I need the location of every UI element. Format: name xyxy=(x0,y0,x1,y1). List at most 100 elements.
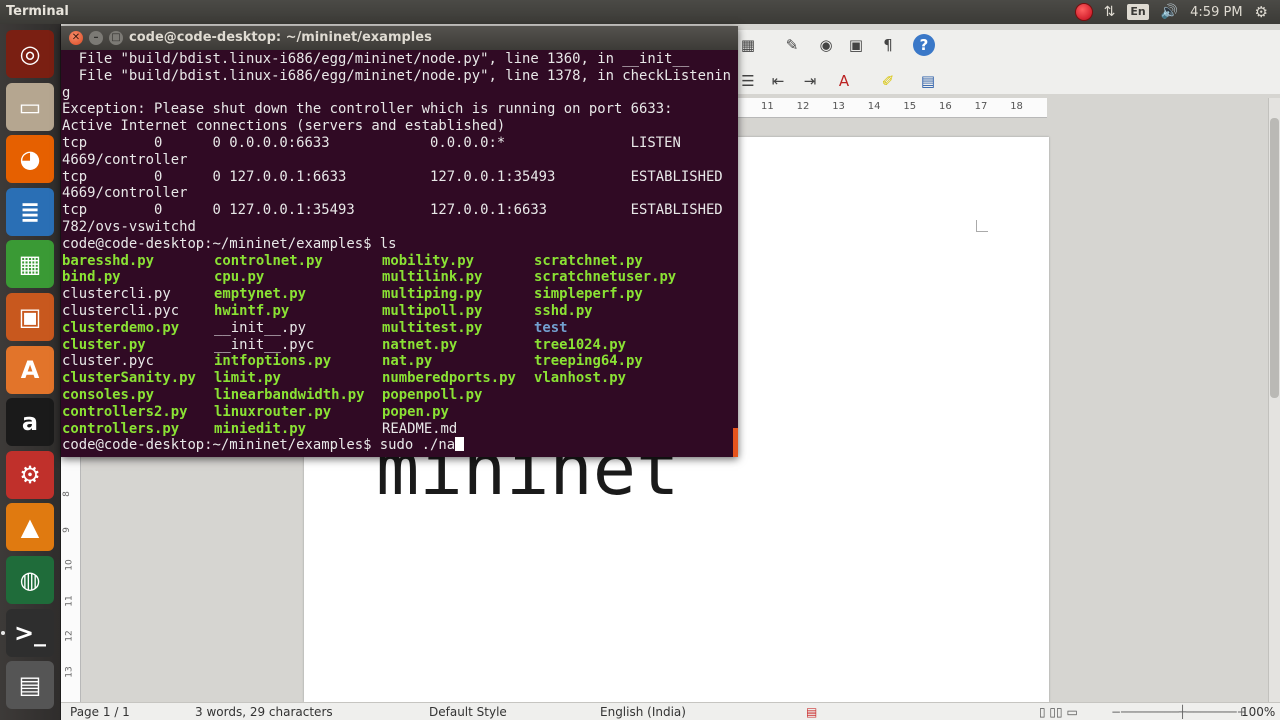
vertical-ruler: 8 9 10 11 12 13 xyxy=(61,454,81,704)
formatting-marks-icon[interactable]: ¶ xyxy=(877,34,899,56)
terminal-icon: >_ xyxy=(13,618,47,647)
launcher-firefox[interactable]: ◕ xyxy=(6,135,54,184)
ls-entry: multitest.py xyxy=(382,319,483,336)
command-input[interactable]: sudo ./na xyxy=(380,437,455,453)
navigator-icon[interactable]: ◉ xyxy=(815,34,837,56)
horizontal-ruler: 11 12 13 14 15 16 17 18 xyxy=(737,98,1047,118)
system-settings-icon: ⚙ xyxy=(19,460,41,489)
ls-entry: bind.py xyxy=(62,269,121,286)
ls-entry: __init__.pyc xyxy=(214,336,315,353)
ls-entry: README.md xyxy=(382,420,458,437)
software-center-icon: A xyxy=(20,355,40,384)
terminal-line: 4669/controller xyxy=(62,151,188,168)
minimize-icon[interactable]: – xyxy=(89,31,103,45)
ls-entry: controllers2.py xyxy=(62,403,188,420)
launcher-workspaces[interactable]: ▤ xyxy=(6,661,54,710)
file-manager-icon: ▭ xyxy=(18,92,42,121)
highlight-icon[interactable]: ✐ xyxy=(877,70,899,92)
close-icon[interactable]: ✕ xyxy=(69,31,83,45)
terminal-line: 782/ovs-vswitchd xyxy=(62,218,196,235)
word-count[interactable]: 3 words, 29 characters xyxy=(195,705,333,719)
background-color-icon[interactable]: ▤ xyxy=(917,70,939,92)
terminal-line: Exception: Please shut down the controll… xyxy=(62,101,673,118)
launcher-impress[interactable]: ▣ xyxy=(6,293,54,341)
launcher-calc[interactable]: ▦ xyxy=(6,240,54,289)
decrease-indent-icon[interactable]: ⇤ xyxy=(767,70,789,92)
launcher-vlc[interactable]: ▲ xyxy=(6,503,54,552)
ls-output-row: baresshd.py controlnet.py mobility.py scrat… xyxy=(62,253,737,270)
clock[interactable]: 4:59 PM xyxy=(1190,5,1242,20)
terminal-line: code@code-desktop:~/mininet/examples$ ls xyxy=(62,235,397,252)
vlc-icon: ▲ xyxy=(20,513,40,542)
globe-icon: ◍ xyxy=(19,566,41,594)
ruler-number: 12 xyxy=(796,101,810,112)
status-bar: Page 1 / 1 3 words, 29 characters Defaul… xyxy=(61,702,1280,720)
libreoffice-writer-icon: ≣ xyxy=(19,197,41,226)
increase-indent-icon[interactable]: ⇥ xyxy=(799,70,821,92)
running-indicator xyxy=(1,630,5,635)
ls-entry: vlanhost.py xyxy=(534,370,626,387)
network-arrows-icon[interactable]: ⇅ xyxy=(1104,4,1116,20)
launcher-dash[interactable]: ◎ xyxy=(6,30,54,78)
ls-entry: linearbandwidth.py xyxy=(214,386,365,403)
terminal-window[interactable]: ✕ – □ code@code-desktop: ~/mininet/examp… xyxy=(61,26,738,457)
ruler-number: 13 xyxy=(832,101,845,112)
vertical-ruler-number: 11 xyxy=(64,595,75,607)
draw-icon[interactable]: ✎ xyxy=(781,34,803,56)
vertical-scrollbar[interactable] xyxy=(1268,98,1280,704)
volume-icon[interactable]: 🔊 xyxy=(1161,4,1178,20)
ls-entry: __init__.py xyxy=(214,319,306,336)
document-modified-icon[interactable]: ▤ xyxy=(806,705,817,719)
align-icon[interactable]: ☰ xyxy=(737,70,759,92)
launcher-terminal[interactable]: >_ xyxy=(6,608,54,657)
view-layout-icons[interactable]: ▯ ▯▯ ▭ xyxy=(1039,705,1078,719)
system-tray: ⇅ En 🔊 4:59 PM ⚙ xyxy=(1075,0,1280,24)
ruler-number: 15 xyxy=(903,101,917,112)
help-icon[interactable]: ? xyxy=(913,34,935,56)
record-indicator-icon[interactable] xyxy=(1075,4,1092,20)
vertical-ruler-number: 12 xyxy=(64,630,75,643)
gallery-icon[interactable]: ▣ xyxy=(845,34,867,56)
active-app-title: Terminal xyxy=(6,4,69,19)
ls-entry: cluster.py xyxy=(62,336,146,353)
text-language[interactable]: English (India) xyxy=(600,705,686,719)
libreoffice-impress-icon: ▣ xyxy=(18,303,42,331)
vertical-ruler-number: 9 xyxy=(61,526,72,533)
ls-entry: multipoll.py xyxy=(382,302,483,319)
launcher-files[interactable]: ▭ xyxy=(6,82,54,131)
launcher-writer[interactable]: ≣ xyxy=(6,187,54,236)
ls-entry xyxy=(534,404,714,421)
maximize-icon[interactable]: □ xyxy=(109,31,123,45)
session-gear-icon[interactable]: ⚙ xyxy=(1255,3,1268,21)
page-count[interactable]: Page 1 / 1 xyxy=(70,705,130,719)
terminal-titlebar[interactable]: ✕ – □ code@code-desktop: ~/mininet/examp… xyxy=(61,26,738,50)
zoom-slider[interactable]: −────────┼───────+ xyxy=(1111,705,1247,719)
scrollbar-thumb[interactable] xyxy=(1270,118,1279,398)
launcher-settings[interactable]: ⚙ xyxy=(6,450,54,499)
ls-entry: linuxrouter.py xyxy=(214,403,332,420)
launcher-software-center[interactable]: A xyxy=(6,345,54,394)
ls-entry: tree1024.py xyxy=(534,336,626,353)
table-icon[interactable]: ▦ xyxy=(737,34,759,56)
page-style[interactable]: Default Style xyxy=(429,705,507,719)
ls-entry: multiping.py xyxy=(382,286,483,303)
ls-entry: emptynet.py xyxy=(214,286,306,303)
keyboard-layout-indicator[interactable]: En xyxy=(1127,4,1149,20)
ls-entry: cpu.py xyxy=(214,269,265,286)
ls-entry: treeping64.py xyxy=(534,353,643,370)
ls-entry: mobility.py xyxy=(382,252,474,269)
ruler-number: 14 xyxy=(867,101,881,112)
terminal-output[interactable]: File "build/bdist.linux-i686/egg/mininet… xyxy=(61,50,738,457)
ls-output-row: clusterdemo.py __init__.py multitest.py tes… xyxy=(62,320,737,337)
ls-entry: intfoptions.py xyxy=(214,353,332,370)
launcher-network[interactable]: ◍ xyxy=(6,556,54,604)
ls-entry: popen.py xyxy=(382,403,449,420)
formatting-toolbar: ▦ ✎ ◉ ▣ ¶ ? ☰ ⇤ ⇥ A ✐ ▤ xyxy=(737,30,1280,94)
launcher-amazon[interactable]: a xyxy=(6,398,54,447)
ls-entry: clusterSanity.py xyxy=(62,370,196,387)
font-color-icon[interactable]: A xyxy=(833,70,855,92)
zoom-level[interactable]: 100% xyxy=(1241,705,1275,719)
ls-entry: clusterdemo.py xyxy=(62,319,180,336)
ls-entry: scratchnetuser.py xyxy=(534,269,677,286)
prompt-line[interactable]: code@code-desktop:~/mininet/examples$ su… xyxy=(62,437,737,454)
